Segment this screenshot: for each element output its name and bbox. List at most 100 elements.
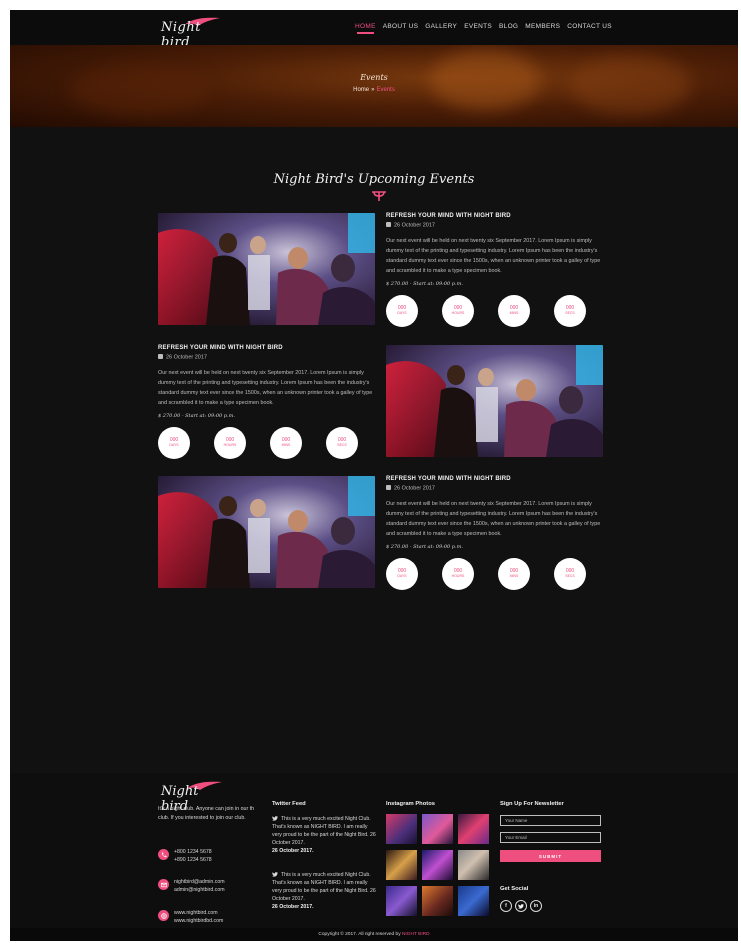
site-logo[interactable]: Night bird xyxy=(158,17,220,50)
event-image[interactable] xyxy=(386,345,603,457)
banner-title: Events xyxy=(360,73,388,82)
instagram-photo[interactable] xyxy=(458,814,489,844)
countdown-unit: HOURS xyxy=(451,574,465,578)
event-countdown: 000 DAYS 000 HOURS 000 MINS 000 SECS xyxy=(386,294,604,327)
newsletter-heading: Sign Up For Newsletter xyxy=(500,801,564,807)
event-date-text: 26 October 2017 xyxy=(394,485,435,492)
instagram-photo[interactable] xyxy=(458,886,489,916)
page-frame: Night bird HOME ABOUT US GALLERY EVENTS … xyxy=(10,10,738,941)
countdown-hours: 000 HOURS xyxy=(214,426,246,459)
instagram-photo[interactable] xyxy=(386,886,417,916)
instagram-heading: Instagram Photos xyxy=(386,801,435,807)
breadcrumb-home[interactable]: Home xyxy=(353,87,369,93)
party-photo xyxy=(158,213,375,325)
footer-phone: +800 1234 5678 +890 1234 5678 xyxy=(158,849,212,864)
site-header: Night bird HOME ABOUT US GALLERY EVENTS … xyxy=(10,10,738,50)
section-title: Night Bird's Upcoming Events xyxy=(273,172,475,187)
instagram-photo[interactable] xyxy=(386,814,417,844)
instagram-photo[interactable] xyxy=(386,850,417,880)
tweet: This is a very much excited Night Club. … xyxy=(272,871,377,911)
email-icon xyxy=(158,879,169,890)
party-photo xyxy=(158,476,375,588)
event-date: 26 October 2017 xyxy=(386,485,604,492)
nav-home[interactable]: HOME xyxy=(355,23,376,34)
newsletter-submit-button[interactable]: SUBMIT xyxy=(500,850,601,862)
nav-blog[interactable]: BLOG xyxy=(499,23,518,30)
event-description: Our next event will be held on next twen… xyxy=(386,237,601,274)
event-date: 26 October 2017 xyxy=(158,354,376,361)
main-nav: HOME ABOUT US GALLERY EVENTS BLOG MEMBER… xyxy=(355,23,612,34)
countdown-unit: HOURS xyxy=(451,311,465,315)
event-countdown: 000 DAYS 000 HOURS 000 MINS 000 SECS xyxy=(386,557,604,590)
nav-events[interactable]: EVENTS xyxy=(464,23,492,30)
website-link[interactable]: www.nightbirdbd.com xyxy=(174,918,223,924)
footer-logo[interactable]: Night bird xyxy=(158,779,222,814)
phone-icon xyxy=(158,849,169,860)
nav-gallery[interactable]: GALLERY xyxy=(425,23,457,30)
breadcrumb-current: Events xyxy=(376,87,395,93)
social-links: f in xyxy=(500,900,542,912)
instagram-photo[interactable] xyxy=(422,886,453,916)
countdown-secs: 000 SECS xyxy=(554,294,586,327)
footer-about: It's a night club. Anyone can join in ou… xyxy=(158,806,255,821)
event-details: REFRESH YOUR MIND WITH NIGHT BIRD 26 Oct… xyxy=(158,345,376,459)
instagram-photo[interactable] xyxy=(422,850,453,880)
email-address[interactable]: nightbird@admin.com xyxy=(174,879,225,885)
website-link[interactable]: www.nightbird.com xyxy=(174,910,218,916)
copyright-bar: Copyright © 2017. All right reserved by … xyxy=(10,928,738,941)
countdown-unit: SECS xyxy=(565,311,575,315)
newsletter-email-input[interactable] xyxy=(500,832,601,843)
social-heading: Get Social xyxy=(500,886,529,892)
twitter-icon[interactable] xyxy=(515,900,527,912)
countdown-secs: 000 SECS xyxy=(326,426,358,459)
linkedin-icon[interactable]: in xyxy=(530,900,542,912)
countdown-unit: SECS xyxy=(565,574,575,578)
instagram-photo[interactable] xyxy=(458,850,489,880)
event-details: REFRESH YOUR MIND WITH NIGHT BIRD 26 Oct… xyxy=(386,476,604,590)
ornament-icon xyxy=(372,191,386,201)
calendar-icon xyxy=(386,222,391,227)
event-title[interactable]: REFRESH YOUR MIND WITH NIGHT BIRD xyxy=(386,213,604,219)
site-footer: Night bird It's a night club. Anyone can… xyxy=(10,773,738,928)
nav-contact-us[interactable]: CONTACT US xyxy=(567,23,612,30)
breadcrumb: Home» Events xyxy=(10,87,738,93)
countdown-unit: SECS xyxy=(337,443,347,447)
countdown-days: 000 DAYS xyxy=(158,426,190,459)
nav-about-us[interactable]: ABOUT US xyxy=(383,23,419,30)
event-date: 26 October 2017 xyxy=(386,222,604,229)
email-address[interactable]: admin@nightbird.com xyxy=(174,887,225,893)
nav-members[interactable]: MEMBERS xyxy=(525,23,560,30)
tweet-text: This is a very much excited Night Club. … xyxy=(272,816,376,846)
countdown-hours: 000 HOURS xyxy=(442,557,474,590)
twitter-icon xyxy=(272,815,278,821)
newsletter-name-input[interactable] xyxy=(500,815,601,826)
tweet-date: 26 October 2017. xyxy=(272,848,314,854)
event-date-text: 26 October 2017 xyxy=(394,222,435,229)
copyright-brand[interactable]: NIGHT BIRD xyxy=(402,932,430,937)
phone-number[interactable]: +890 1234 5678 xyxy=(174,857,212,863)
calendar-icon xyxy=(158,354,163,359)
event-image[interactable] xyxy=(158,476,375,588)
footer-website: www.nightbird.com www.nightbirdbd.com xyxy=(158,910,223,925)
countdown-secs: 000 SECS xyxy=(554,557,586,590)
countdown-days: 000 DAYS xyxy=(386,557,418,590)
tweet-date: 26 October 2017. xyxy=(272,904,314,910)
facebook-icon[interactable]: f xyxy=(500,900,512,912)
countdown-unit: DAYS xyxy=(397,311,407,315)
event-title[interactable]: REFRESH YOUR MIND WITH NIGHT BIRD xyxy=(386,476,604,482)
instagram-photo[interactable] xyxy=(422,814,453,844)
event-description: Our next event will be held on next twen… xyxy=(386,500,601,537)
countdown-unit: MINS xyxy=(509,311,519,315)
countdown-days: 000 DAYS xyxy=(386,294,418,327)
calendar-icon xyxy=(386,485,391,490)
twitter-icon xyxy=(272,871,278,877)
tweet-text: This is a very much excited Night Club. … xyxy=(272,872,376,902)
phone-number[interactable]: +800 1234 5678 xyxy=(174,849,212,855)
banner-glow xyxy=(570,55,690,115)
countdown-mins: 000 MINS xyxy=(498,294,530,327)
countdown-unit: MINS xyxy=(281,443,291,447)
event-price: $ 270.00 - Start at: 09:00 p.m. xyxy=(158,412,235,419)
event-image[interactable] xyxy=(158,213,375,325)
event-title[interactable]: REFRESH YOUR MIND WITH NIGHT BIRD xyxy=(158,345,376,351)
event-description: Our next event will be held on next twen… xyxy=(158,369,373,406)
